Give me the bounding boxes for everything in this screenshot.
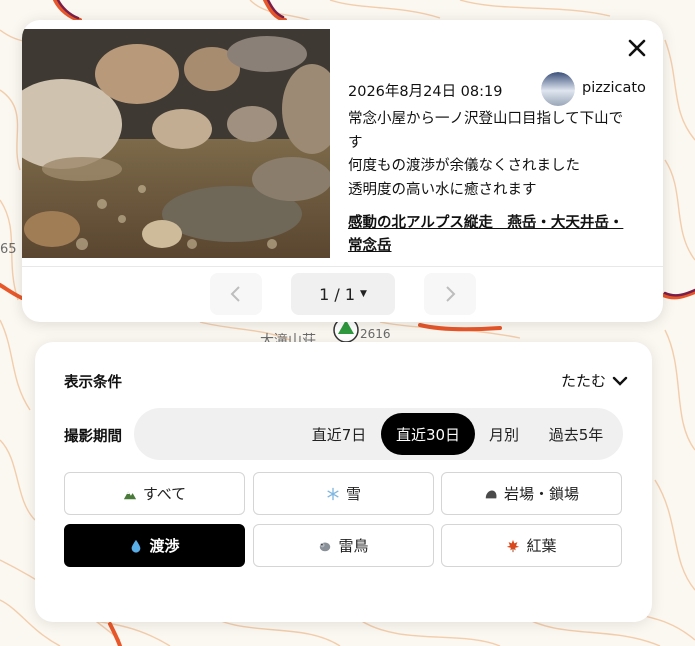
mountain-icon <box>123 490 136 499</box>
divider <box>22 266 663 267</box>
category-label: 雪 <box>345 485 361 503</box>
category-label: 岩場・鎖場 <box>503 485 579 503</box>
post-date: 2026年8月24日 08:19 <box>348 84 503 100</box>
water-drop-icon <box>132 539 141 553</box>
category-snow-button[interactable]: 雪 <box>253 472 434 515</box>
next-photo-button[interactable] <box>424 273 476 315</box>
category-all-button[interactable]: すべて <box>64 472 245 515</box>
period-segmented-control: 直近7日 直近30日 月別 過去5年 <box>134 408 623 460</box>
username[interactable]: pizzicato <box>582 80 646 96</box>
close-button[interactable] <box>625 36 649 60</box>
photo-detail-card: 2026年8月24日 08:19 pizzicato 常念小屋から一ノ沢登山口目… <box>22 20 663 322</box>
avatar[interactable] <box>541 72 575 106</box>
post-body-line: 何度もの渡渉が余儀なくされました <box>348 158 580 174</box>
category-label: すべて <box>142 485 187 503</box>
category-rock-button[interactable]: 岩場・鎖場 <box>441 472 622 515</box>
trip-report-link[interactable]: 感動の北アルプス縦走 燕岳・大天井岳・ 常念岳 <box>348 212 648 258</box>
close-icon <box>628 39 646 57</box>
collapse-button[interactable]: たたむ <box>561 370 628 391</box>
category-river-crossing-button[interactable]: 渡渉 <box>64 524 245 567</box>
period-label: 撮影期間 <box>64 429 122 445</box>
period-option-7d[interactable]: 直近7日 <box>302 413 376 455</box>
category-label: 雷鳥 <box>338 537 369 555</box>
category-ptarmigan-button[interactable]: 雷鳥 <box>253 524 434 567</box>
map-elevation-label: 2616 <box>360 327 391 341</box>
map-elevation-label: 65 <box>0 242 17 257</box>
post-body-line: 透明度の高い水に癒されます <box>348 181 537 198</box>
chevron-right-icon <box>446 286 456 302</box>
category-label: 紅葉 <box>526 537 557 555</box>
caret-down-icon: ▼ <box>360 289 367 299</box>
snowflake-icon <box>327 487 339 500</box>
maple-leaf-icon <box>507 539 520 552</box>
page-indicator-dropdown[interactable]: 1 / 1 ▼ <box>291 273 395 315</box>
category-autumn-leaves-button[interactable]: 紅葉 <box>441 524 622 567</box>
filter-panel: 表示条件 たたむ 撮影期間 直近7日 直近30日 月別 過去5年 すべて 雪 岩… <box>35 342 652 622</box>
ptarmigan-icon <box>320 542 331 551</box>
trip-report-link-line: 感動の北アルプス縦走 燕岳・大天井岳・ <box>348 215 624 231</box>
category-label: 渡渉 <box>149 537 180 555</box>
period-option-5y[interactable]: 過去5年 <box>538 413 614 455</box>
trip-report-link-line: 常念岳 <box>348 238 392 254</box>
post-body-line: 常念小屋から一ノ沢登山口目指して下山で <box>348 111 624 127</box>
post-body-line: す <box>348 134 363 151</box>
filter-title: 表示条件 <box>64 375 122 391</box>
rock-icon <box>485 490 497 498</box>
collapse-label: たたむ <box>560 372 606 390</box>
post-photo[interactable] <box>22 29 330 258</box>
page-indicator-label: 1 / 1 <box>319 284 355 304</box>
prev-photo-button[interactable] <box>210 273 262 315</box>
period-option-monthly[interactable]: 月別 <box>479 413 529 455</box>
chevron-left-icon <box>230 286 240 302</box>
period-option-30d[interactable]: 直近30日 <box>381 413 475 455</box>
chevron-down-icon <box>612 376 628 386</box>
post-body: 常念小屋から一ノ沢登山口目指して下山で す 何度もの渡渉が余儀なくされました 透… <box>348 108 648 202</box>
